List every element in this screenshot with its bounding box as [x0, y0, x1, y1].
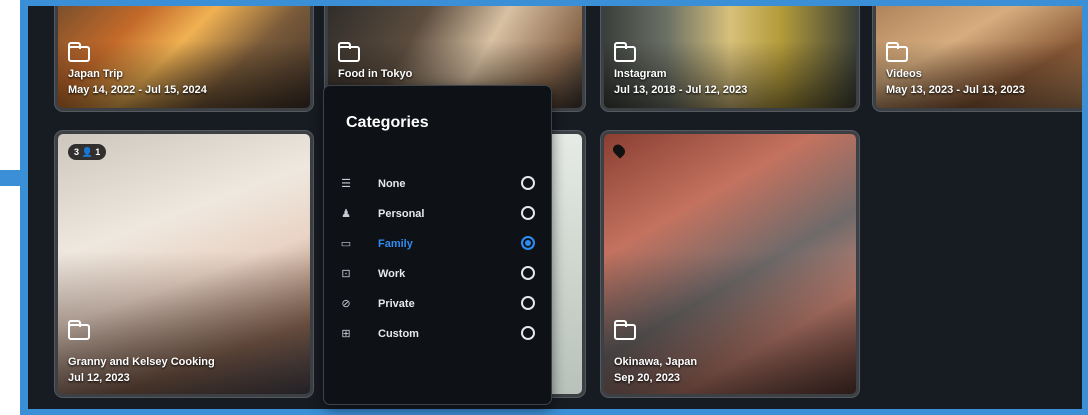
- album-date: Sep 20, 2023: [614, 372, 681, 384]
- album-date: Jul 12, 2023: [68, 372, 130, 384]
- album-card-videos[interactable]: Videos May 13, 2023 - Jul 13, 2023: [876, 6, 1082, 108]
- option-label: Family: [378, 238, 413, 250]
- album-title: Videos: [886, 68, 922, 80]
- album-card-japan-trip[interactable]: Japan Trip May 14, 2022 - Jul 15, 2024: [58, 6, 310, 108]
- album-date-range: Jul 13, 2018 - Jul 12, 2023: [614, 84, 748, 96]
- category-option-personal[interactable]: ♟ Personal: [324, 200, 551, 230]
- menu-title: Categories: [346, 114, 429, 131]
- radio-button[interactable]: [521, 326, 535, 340]
- radio-button[interactable]: [521, 296, 535, 310]
- album-grid: Japan Trip May 14, 2022 - Jul 15, 2024 F…: [28, 6, 1082, 409]
- custom-icon: ⊞: [341, 328, 351, 340]
- category-option-none[interactable]: ☰ None: [324, 170, 551, 200]
- folder-icon: [68, 320, 90, 340]
- album-date-range: May 13, 2023 - Jul 13, 2023: [886, 84, 1025, 96]
- album-date-range: May 14, 2022 - Jul 15, 2024: [68, 84, 207, 96]
- option-label: Custom: [378, 328, 419, 340]
- category-option-work[interactable]: ⊡ Work: [324, 260, 551, 290]
- highlight-connector: [0, 170, 20, 186]
- option-label: None: [378, 178, 406, 190]
- album-card-granny-and-kelsey-cooking[interactable]: 3 👤 1 Granny and Kelsey Cooking Jul 12, …: [58, 134, 310, 394]
- briefcase-icon: ⊡: [341, 268, 351, 280]
- option-label: Work: [378, 268, 406, 280]
- folder-icon: [68, 42, 90, 62]
- people-count-badge: 3 👤 1: [68, 144, 107, 160]
- album-card-okinawa-japan[interactable]: Okinawa, Japan Sep 20, 2023: [604, 134, 856, 394]
- album-card-instagram[interactable]: Instagram Jul 13, 2018 - Jul 12, 2023: [604, 6, 856, 108]
- album-title: Instagram: [614, 68, 667, 80]
- family-icon: ▭: [340, 238, 352, 250]
- radio-button[interactable]: [521, 206, 535, 220]
- radio-button[interactable]: [521, 266, 535, 280]
- folder-icon: [338, 42, 360, 62]
- category-option-custom[interactable]: ⊞ Custom: [324, 320, 551, 350]
- person-icon: ♟: [341, 208, 351, 220]
- album-title: Okinawa, Japan: [614, 356, 698, 368]
- category-option-private[interactable]: ⊘ Private: [324, 290, 551, 320]
- list-icon: ☰: [341, 178, 351, 190]
- album-title: Japan Trip: [68, 68, 124, 80]
- option-label: Private: [378, 298, 415, 310]
- category-option-family[interactable]: ▭ Family: [324, 230, 551, 260]
- album-title: Granny and Kelsey Cooking: [68, 356, 215, 368]
- private-icon: ⊘: [341, 298, 351, 310]
- categories-menu: Categories ☰ None ♟ Personal ▭ Family ⊡ …: [324, 86, 551, 404]
- radio-button-selected[interactable]: [521, 236, 535, 250]
- folder-icon: [886, 42, 908, 62]
- radio-button[interactable]: [521, 176, 535, 190]
- folder-icon: [614, 42, 636, 62]
- album-title: Food in Tokyo: [338, 68, 413, 80]
- highlight-frame: Japan Trip May 14, 2022 - Jul 15, 2024 F…: [20, 0, 1088, 415]
- option-label: Personal: [378, 208, 425, 220]
- folder-icon: [614, 320, 636, 340]
